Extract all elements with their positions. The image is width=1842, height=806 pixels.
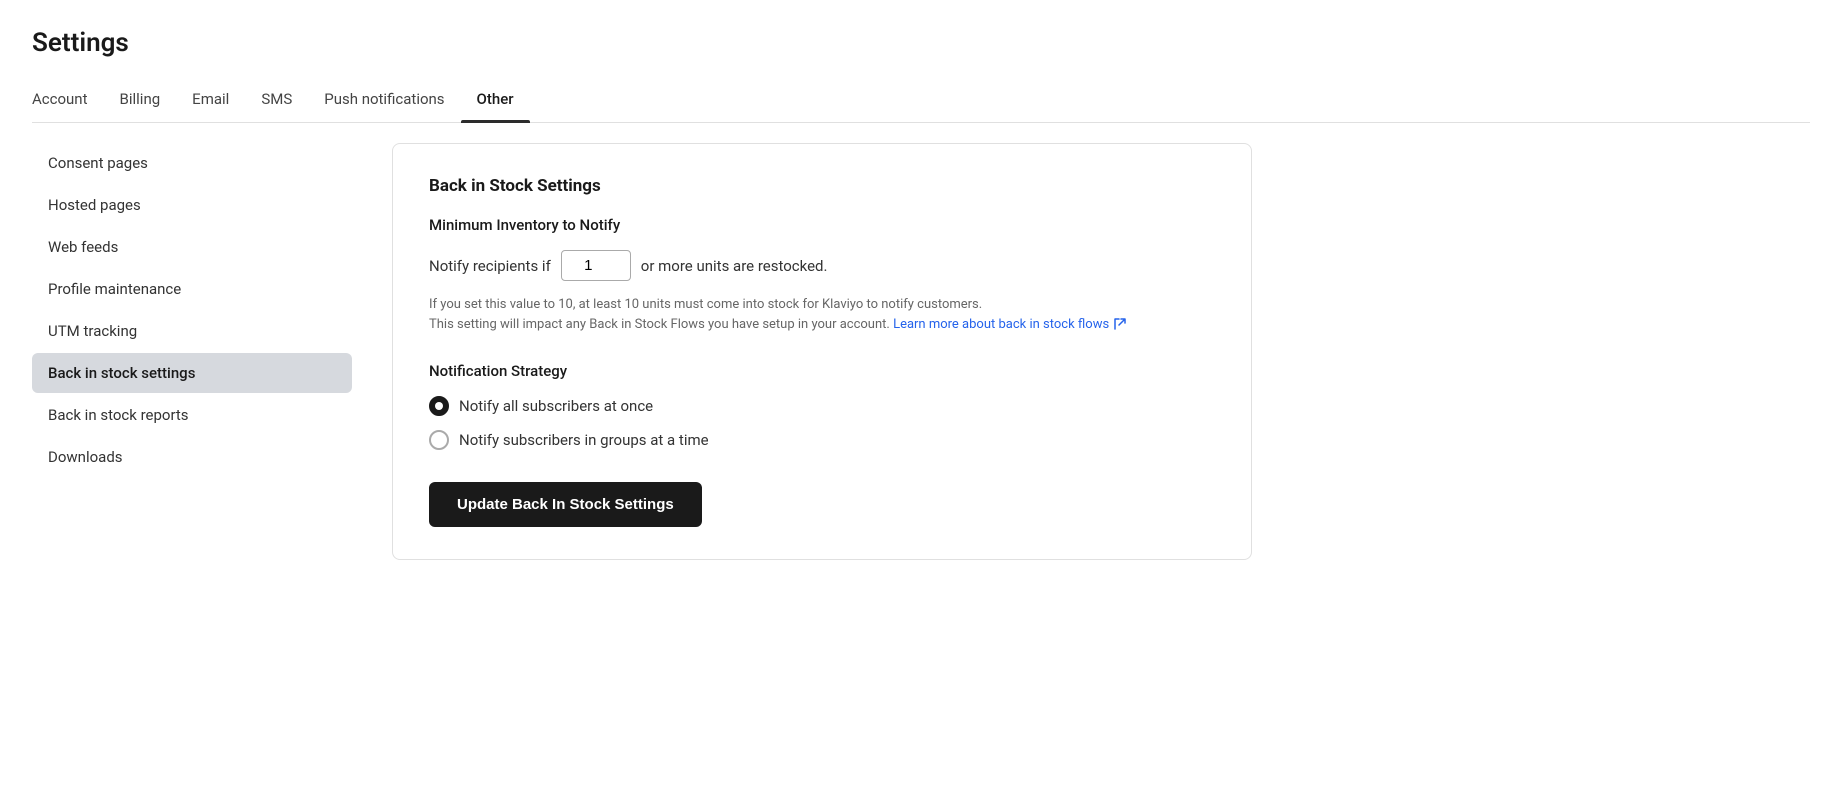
- tab-push-notifications[interactable]: Push notifications: [308, 80, 460, 122]
- back-in-stock-card: Back in Stock Settings Minimum Inventory…: [392, 143, 1252, 560]
- helper-text: If you set this value to 10, at least 10…: [429, 295, 1215, 334]
- tab-email[interactable]: Email: [176, 80, 245, 122]
- sidebar: Consent pages Hosted pages Web feeds Pro…: [32, 123, 352, 580]
- sidebar-item-back-in-stock-settings[interactable]: Back in stock settings: [32, 353, 352, 393]
- sidebar-item-back-in-stock-reports[interactable]: Back in stock reports: [32, 395, 352, 435]
- sidebar-item-profile-maintenance[interactable]: Profile maintenance: [32, 269, 352, 309]
- radio-all-at-once[interactable]: Notify all subscribers at once: [429, 396, 1215, 416]
- learn-more-link[interactable]: Learn more about back in stock flows: [893, 317, 1109, 332]
- sidebar-item-web-feeds[interactable]: Web feeds: [32, 227, 352, 267]
- notify-row: Notify recipients if or more units are r…: [429, 250, 1215, 281]
- notify-suffix: or more units are restocked.: [641, 257, 828, 275]
- sidebar-item-utm-tracking[interactable]: UTM tracking: [32, 311, 352, 351]
- radio-label-groups: Notify subscribers in groups at a time: [459, 431, 709, 449]
- tab-sms[interactable]: SMS: [245, 80, 308, 122]
- page-title: Settings: [32, 28, 1810, 58]
- sidebar-item-downloads[interactable]: Downloads: [32, 437, 352, 477]
- radio-circle-all-at-once: [429, 396, 449, 416]
- content-panel: Back in Stock Settings Minimum Inventory…: [352, 123, 1842, 580]
- tab-billing[interactable]: Billing: [104, 80, 177, 122]
- update-button[interactable]: Update Back In Stock Settings: [429, 482, 702, 527]
- radio-label-all-at-once: Notify all subscribers at once: [459, 397, 653, 415]
- minimum-inventory-label: Minimum Inventory to Notify: [429, 216, 1215, 234]
- sidebar-item-hosted-pages[interactable]: Hosted pages: [32, 185, 352, 225]
- radio-group: Notify all subscribers at once Notify su…: [429, 396, 1215, 450]
- external-link-icon: [1114, 318, 1126, 330]
- minimum-inventory-input[interactable]: [561, 250, 631, 281]
- tabs-bar: Account Billing Email SMS Push notificat…: [32, 80, 1810, 123]
- tab-account[interactable]: Account: [32, 80, 104, 122]
- notify-prefix: Notify recipients if: [429, 257, 551, 275]
- radio-groups[interactable]: Notify subscribers in groups at a time: [429, 430, 1215, 450]
- card-title: Back in Stock Settings: [429, 176, 1215, 196]
- notification-strategy-label: Notification Strategy: [429, 362, 1215, 380]
- tab-other[interactable]: Other: [461, 80, 530, 122]
- sidebar-item-consent-pages[interactable]: Consent pages: [32, 143, 352, 183]
- radio-circle-groups: [429, 430, 449, 450]
